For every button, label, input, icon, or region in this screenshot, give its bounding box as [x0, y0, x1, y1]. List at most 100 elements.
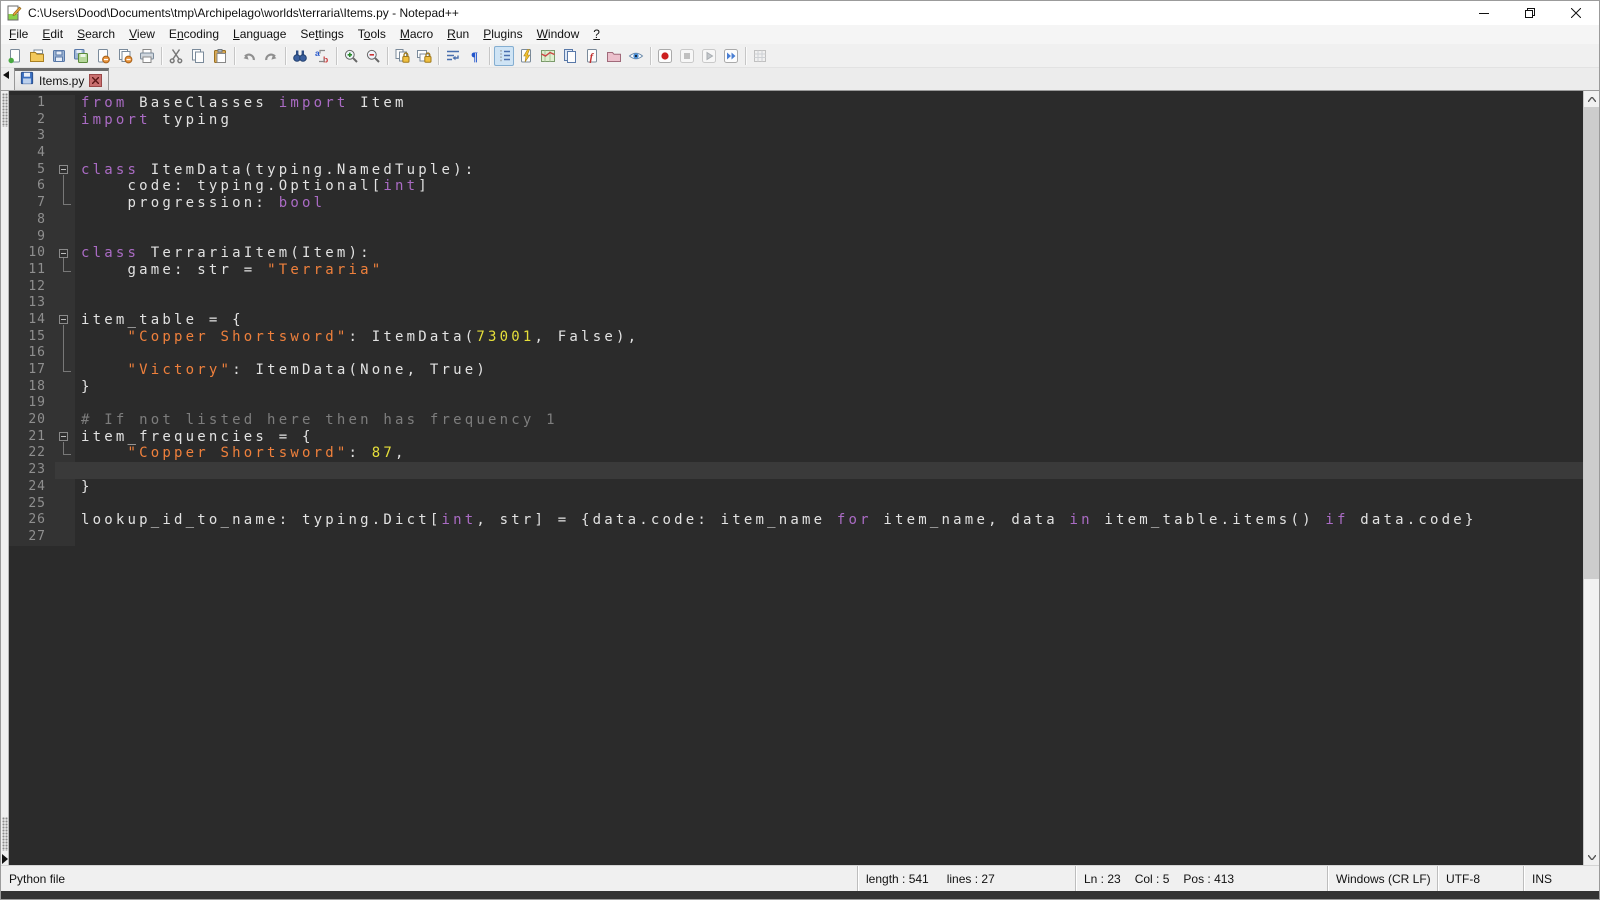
fold-collapse-icon[interactable] [55, 429, 75, 446]
macro-record-icon[interactable] [655, 46, 675, 66]
save-file-icon[interactable] [49, 46, 69, 66]
undo-icon[interactable] [239, 46, 259, 66]
code-text[interactable]: item_frequencies = { [75, 429, 1583, 446]
code-text[interactable]: code: typing.Optional[int] [75, 178, 1583, 195]
code-text[interactable] [75, 212, 1583, 229]
show-all-characters-icon[interactable]: ¶ [465, 46, 485, 66]
doc-switcher-icon[interactable] [560, 46, 580, 66]
tab-close-icon[interactable] [89, 74, 102, 87]
new-file-icon[interactable] [5, 46, 25, 66]
code-text[interactable] [75, 529, 1583, 546]
toolbar-separator [336, 47, 337, 65]
tab-scroll-left-icon[interactable] [1, 68, 10, 90]
word-wrap-icon[interactable] [443, 46, 463, 66]
code-text[interactable] [75, 279, 1583, 296]
restore-button[interactable] [1507, 1, 1553, 25]
redo-icon[interactable] [261, 46, 281, 66]
menu-search[interactable]: Search [70, 25, 122, 44]
zoom-in-icon[interactable] [341, 46, 361, 66]
code-line-9: 9 [9, 229, 1583, 246]
fold-margin [55, 362, 75, 379]
code-text[interactable] [75, 229, 1583, 246]
menu-edit[interactable]: Edit [35, 25, 70, 44]
sync-horizontal-scroll-icon[interactable] [414, 46, 434, 66]
code-line-14: 14item_table = { [9, 312, 1583, 329]
code-text[interactable] [75, 145, 1583, 162]
macro-stop-icon[interactable] [677, 46, 697, 66]
code-editor[interactable]: 1from BaseClasses import Item2import typ… [9, 91, 1583, 865]
menu-run[interactable]: Run [440, 25, 476, 44]
open-file-icon[interactable] [27, 46, 47, 66]
save-all-icon[interactable] [71, 46, 91, 66]
menu-settings[interactable]: Settings [293, 25, 350, 44]
code-text[interactable] [75, 496, 1583, 513]
menu-macro[interactable]: Macro [393, 25, 440, 44]
code-text[interactable] [75, 345, 1583, 362]
folder-as-workspace-icon[interactable] [604, 46, 624, 66]
tab-items-py[interactable]: Items.py [14, 68, 109, 90]
cut-icon[interactable] [166, 46, 186, 66]
line-number: 1 [9, 95, 55, 112]
code-text[interactable]: game: str = "Terraria" [75, 262, 1583, 279]
status-insert-mode[interactable]: INS [1523, 866, 1599, 891]
code-text[interactable]: } [75, 379, 1583, 396]
code-text[interactable]: "Copper Shortsword": ItemData(73001, Fal… [75, 329, 1583, 346]
print-icon[interactable] [137, 46, 157, 66]
menu-file[interactable]: File [2, 25, 35, 44]
macro-run-multiple-icon[interactable] [721, 46, 741, 66]
fold-collapse-icon[interactable] [55, 312, 75, 329]
macro-save-icon[interactable] [750, 46, 770, 66]
close-file-icon[interactable] [93, 46, 113, 66]
line-number: 23 [9, 462, 55, 479]
code-text[interactable] [75, 295, 1583, 312]
close-button[interactable] [1553, 1, 1599, 25]
zoom-out-icon[interactable] [363, 46, 383, 66]
code-text[interactable]: class ItemData(typing.NamedTuple): [75, 162, 1583, 179]
menu-tools[interactable]: Tools [351, 25, 393, 44]
code-text[interactable] [75, 395, 1583, 412]
fold-collapse-icon[interactable] [55, 162, 75, 179]
monitoring-icon[interactable] [626, 46, 646, 66]
code-text[interactable]: } [75, 479, 1583, 496]
menu-encoding[interactable]: Encoding [162, 25, 226, 44]
menu-plugins[interactable]: Plugins [476, 25, 529, 44]
menu-language[interactable]: Language [226, 25, 293, 44]
paste-icon[interactable] [210, 46, 230, 66]
status-eol-format[interactable]: Windows (CR LF) [1327, 866, 1437, 891]
splitter-arrow-icon[interactable] [2, 854, 8, 864]
sync-vertical-scroll-icon[interactable] [392, 46, 412, 66]
function-list-icon[interactable]: f [582, 46, 602, 66]
minimize-button[interactable] [1461, 1, 1507, 25]
code-text[interactable]: progression: bool [75, 195, 1583, 212]
code-line-12: 12 [9, 279, 1583, 296]
code-text[interactable]: lookup_id_to_name: typing.Dict[int, str]… [75, 512, 1583, 529]
status-encoding[interactable]: UTF-8 [1437, 866, 1523, 891]
close-all-icon[interactable] [115, 46, 135, 66]
scrollbar-thumb[interactable] [1584, 107, 1599, 579]
dock-splitter[interactable] [1, 91, 9, 865]
code-text[interactable]: class TerrariaItem(Item): [75, 245, 1583, 262]
code-text[interactable] [75, 462, 1583, 479]
code-text[interactable]: "Victory": ItemData(None, True) [75, 362, 1583, 379]
code-text[interactable]: from BaseClasses import Item [75, 95, 1583, 112]
macro-play-icon[interactable] [699, 46, 719, 66]
menu-help[interactable]: ? [586, 25, 607, 44]
code-text[interactable]: # If not listed here then has frequency … [75, 412, 1583, 429]
copy-icon[interactable] [188, 46, 208, 66]
code-text[interactable]: item_table = { [75, 312, 1583, 329]
fold-margin [55, 512, 75, 529]
document-map-icon[interactable] [516, 46, 536, 66]
code-text[interactable]: "Copper Shortsword": 87, [75, 445, 1583, 462]
menu-view[interactable]: View [122, 25, 162, 44]
document-list-icon[interactable] [538, 46, 558, 66]
scroll-down-icon[interactable] [1584, 849, 1599, 865]
show-indent-guide-icon[interactable] [494, 46, 514, 66]
replace-icon[interactable]: ab [312, 46, 332, 66]
code-text[interactable]: import typing [75, 112, 1583, 129]
menu-window[interactable]: Window [530, 25, 587, 44]
vertical-scrollbar[interactable] [1583, 91, 1599, 865]
find-icon[interactable] [290, 46, 310, 66]
code-text[interactable] [75, 128, 1583, 145]
fold-collapse-icon[interactable] [55, 245, 75, 262]
scroll-up-icon[interactable] [1584, 91, 1599, 107]
